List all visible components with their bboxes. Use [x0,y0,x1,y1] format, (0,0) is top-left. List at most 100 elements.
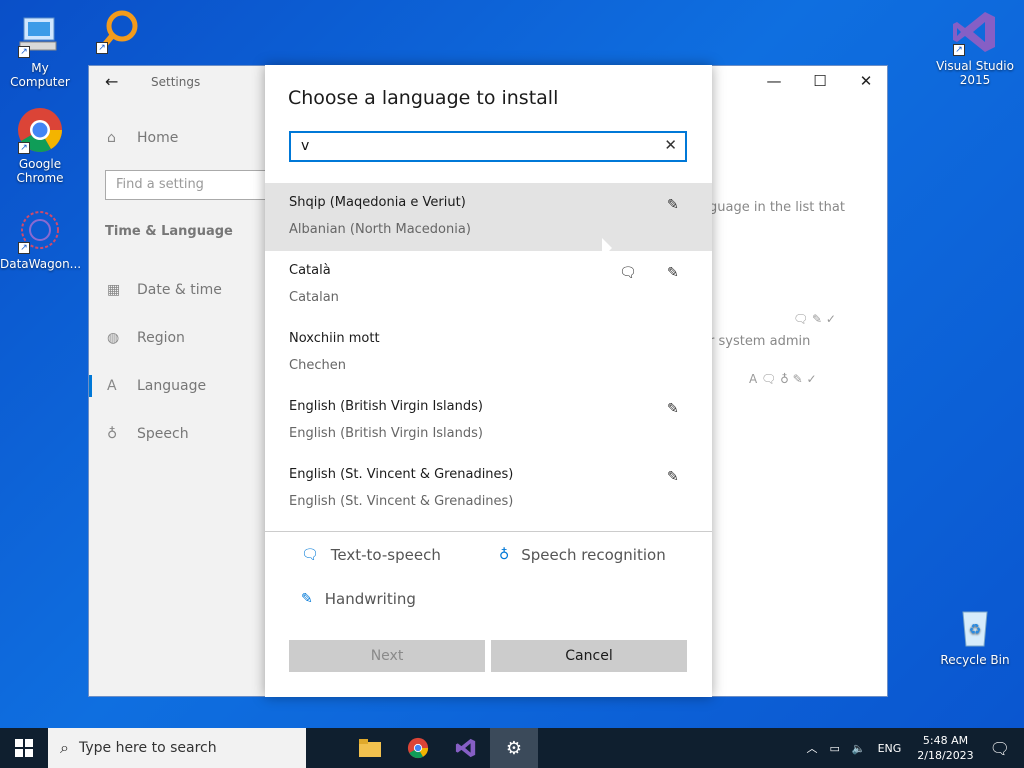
globe-icon: ◍ [107,330,120,346]
handwriting-icon: ✎ [667,265,679,281]
home-icon: ⌂ [107,130,116,146]
maximize-button[interactable]: ☐ [797,72,843,90]
legend-speech-recognition: ♁ Speech recognition [499,546,666,564]
handwriting-icon: ✎ [301,591,313,607]
language-item[interactable]: Noxchiin mott Chechen [265,319,712,387]
taskbar-search-placeholder: Type here to search [78,740,217,756]
nav-label: Date & time [137,282,222,298]
search-value: v [301,138,310,154]
chrome-icon: ↗ [16,106,64,154]
volume-icon[interactable]: 🔈 [852,742,866,755]
nav-date-time[interactable]: ▦ Date & time [107,282,222,298]
text-to-speech-icon: 🗨 [619,265,637,281]
choose-language-dialog: Choose a language to install v ✕ Shqip (… [265,65,712,697]
nav-label: Region [137,330,185,346]
clock[interactable]: 5:48 AM 2/18/2023 [917,733,973,763]
visual-studio-icon[interactable] [442,728,490,768]
desktop-icon-label: Recycle Bin [940,653,1010,667]
nav-home[interactable]: ⌂ Home [107,130,178,146]
language-english-name: English (St. Vincent & Grenadines) [289,494,514,509]
network-icon[interactable]: ▭ [829,742,839,755]
background-text: guage in the list that [709,200,845,215]
microphone-icon: ♁ [499,547,510,563]
feature-icons: 🗨 ✎ ✓ [793,312,836,326]
language-native-name: Shqip (Maqedonia e Veriut) [289,195,466,210]
system-tray: ︿ ▭ 🔈 ENG 5:48 AM 2/18/2023 🗨 [800,728,1024,768]
notification-icon[interactable]: 🗨 [990,739,1010,758]
nav-language[interactable]: A Language [107,378,206,394]
language-item[interactable]: Català Catalan 🗨 ✎ [265,251,712,319]
handwriting-icon: ✎ [667,401,679,417]
datawagon-icon: ↗ [16,206,64,254]
language-english-name: Catalan [289,290,339,305]
legend-handwriting: ✎ Handwriting [301,590,416,608]
search-app-icon: ↗ [94,6,142,54]
input-language[interactable]: ENG [878,742,902,755]
taskbar-search[interactable]: ⌕ Type here to search [48,728,306,768]
cancel-button[interactable]: Cancel [491,640,687,672]
language-list: Shqip (Maqedonia e Veriut) Albanian (Nor… [265,183,712,531]
computer-icon: ↗ [16,10,64,58]
language-native-name: Noxchiin mott [289,331,380,346]
nav-region[interactable]: ◍ Region [107,330,185,346]
language-english-name: Chechen [289,358,346,373]
clear-icon[interactable]: ✕ [664,136,677,154]
nav-label: Speech [137,426,189,442]
find-setting-input[interactable]: Find a setting [105,170,275,200]
desktop-icon-recycle-bin[interactable]: ♻ Recycle Bin [935,602,1015,667]
language-native-name: English (British Virgin Islands) [289,399,483,414]
background-text: r system admin [709,334,811,349]
language-item[interactable]: English (British Virgin Islands) English… [265,387,712,455]
microphone-icon: ♁ [107,426,118,442]
language-search-input[interactable]: v ✕ [289,131,687,162]
text-to-speech-icon: 🗨 [301,547,319,563]
windows-logo-icon [15,739,33,757]
next-button[interactable]: Next [289,640,485,672]
nav-label: Language [137,378,207,394]
desktop-icon-chrome[interactable]: ↗ Google Chrome [0,106,80,185]
mouse-cursor-icon [602,238,612,258]
chrome-icon[interactable] [394,728,442,768]
desktop-icon-visual-studio[interactable]: ↗ Visual Studio 2015 [935,8,1015,87]
language-item[interactable]: Shqip (Maqedonia e Veriut) Albanian (Nor… [265,183,712,251]
desktop-icon-label: DataWagon... [0,257,82,271]
start-button[interactable] [0,728,48,768]
desktop-icon-everything[interactable]: ↗ [78,6,158,54]
window-title: Settings [151,75,201,89]
list-divider [265,531,712,532]
settings-gear-icon[interactable]: ⚙ [490,728,538,768]
language-icon: A [107,378,117,394]
back-arrow-icon[interactable]: ← [105,72,118,91]
handwriting-icon: ✎ [667,469,679,485]
legend-label: Speech recognition [521,546,666,564]
svg-text:♻: ♻ [969,622,982,638]
desktop-icon-label: Google Chrome [16,157,64,185]
active-indicator [89,375,92,397]
desktop-icon-label: Visual Studio 2015 [936,59,1014,87]
settings-sidebar: ← Settings ⌂ Home Find a setting Time & … [89,66,275,696]
clock-date: 2/18/2023 [917,749,974,762]
close-button[interactable]: ✕ [843,72,889,90]
taskbar: ⌕ Type here to search ⚙ ︿ ▭ 🔈 ENG 5:48 A… [0,728,1024,768]
language-english-name: English (British Virgin Islands) [289,426,483,441]
chevron-up-icon[interactable]: ︿ [806,740,817,756]
language-english-name: Albanian (North Macedonia) [289,222,471,237]
minimize-button[interactable]: — [751,72,797,90]
desktop-icon-label: My Computer [10,61,70,89]
language-native-name: English (St. Vincent & Grenadines) [289,467,514,482]
dialog-title: Choose a language to install [288,87,559,109]
desktop-icon-my-computer[interactable]: ↗ My Computer [0,10,80,89]
legend-label: Handwriting [324,590,416,608]
desktop-icon-datawagon[interactable]: ↗ DataWagon... [0,206,82,271]
language-item[interactable]: English (St. Vincent & Grenadines) Engli… [265,455,712,523]
handwriting-icon: ✎ [667,197,679,213]
visual-studio-icon: ↗ [951,8,999,56]
clock-time: 5:48 AM [922,734,969,747]
nav-home-label: Home [137,130,179,146]
legend-text-to-speech: 🗨 Text-to-speech [301,546,441,564]
section-title: Time & Language [105,224,233,239]
recycle-bin-icon: ♻ [951,602,999,650]
file-explorer-icon[interactable] [346,728,394,768]
search-icon: ⌕ [60,738,69,757]
nav-speech[interactable]: ♁ Speech [107,426,189,442]
